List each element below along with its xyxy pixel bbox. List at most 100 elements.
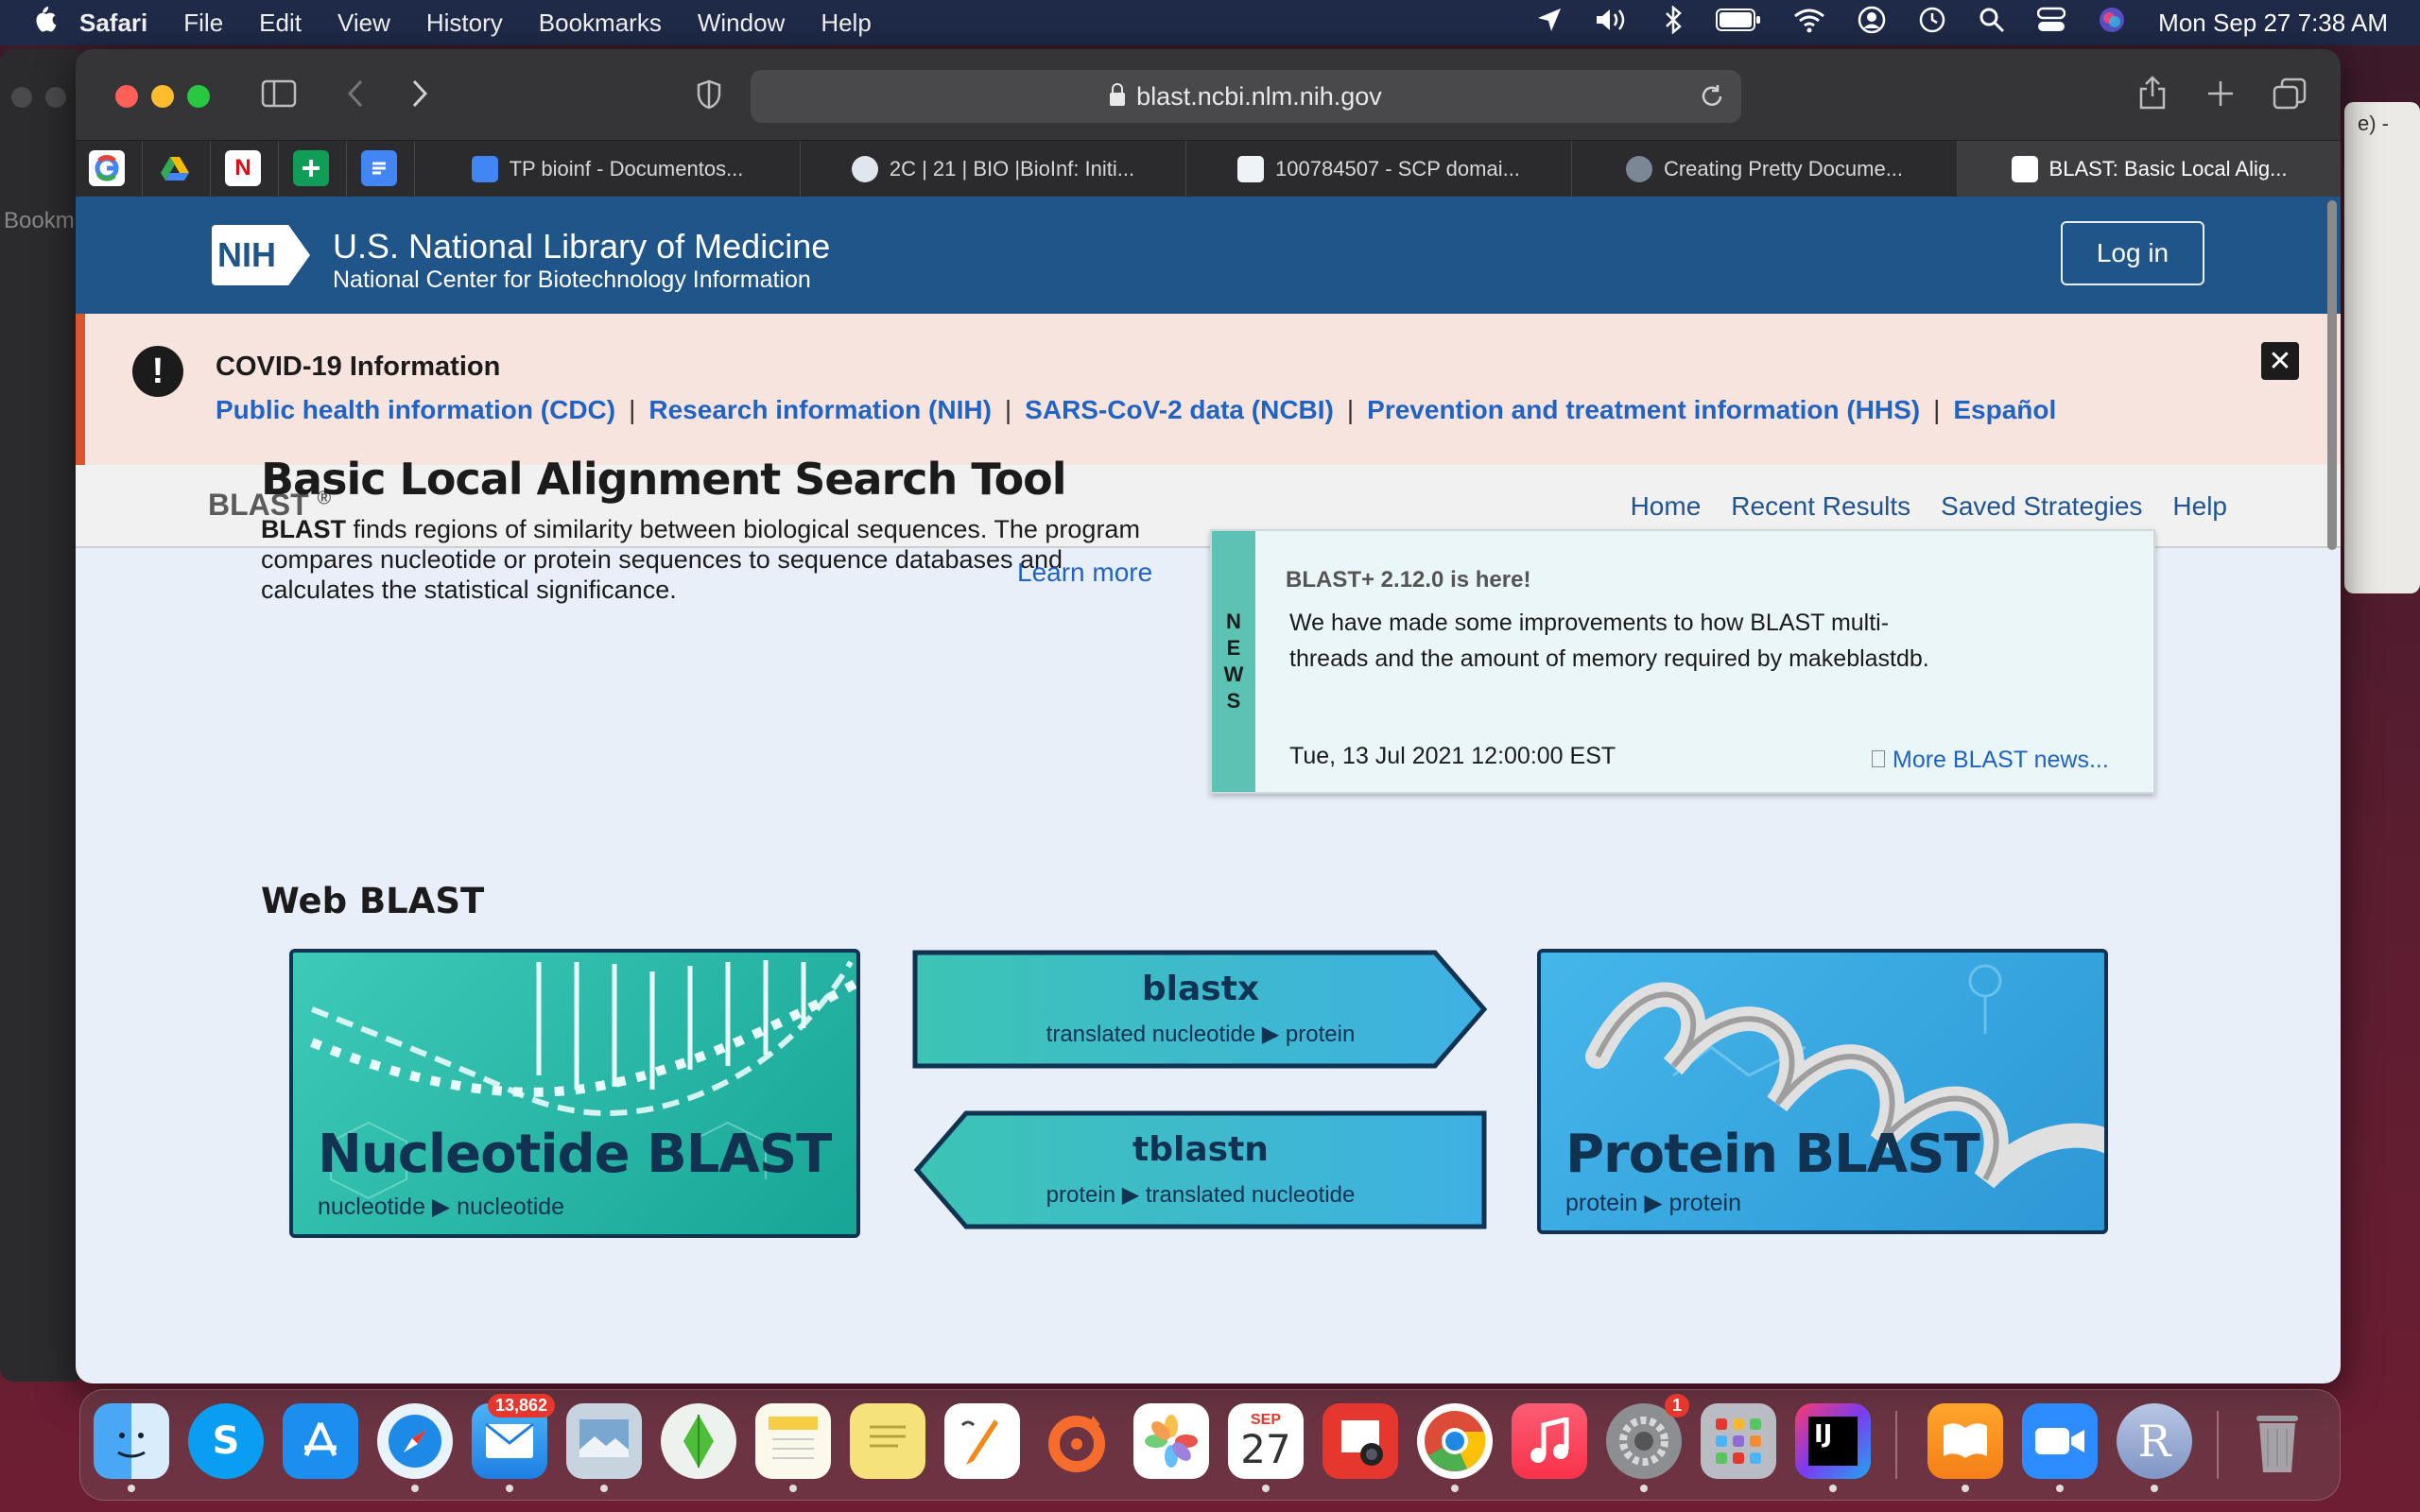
tab-overview-icon[interactable] (2273, 77, 2307, 115)
google-sheets-favicon-icon[interactable] (293, 150, 329, 186)
nucleotide-blast-card[interactable]: Nucleotide BLAST nucleotide ▶ nucleotide (289, 949, 860, 1238)
news-date: Tue, 13 Jul 2021 12:00:00 EST (1289, 743, 1616, 769)
tab-title: 2C | 21 | BIO |BioInf: Initi... (889, 157, 1135, 180)
close-window-button[interactable] (115, 85, 138, 108)
new-tab-icon[interactable] (2206, 79, 2235, 113)
tab-docs[interactable]: TP bioinf - Documentos... (414, 141, 800, 198)
launchpad-icon[interactable] (1701, 1403, 1776, 1479)
sidebar-icon[interactable] (261, 79, 297, 113)
ncbi-icon (1237, 156, 1265, 182)
dock: S 13,862 SEP 27 1 IJ R (79, 1389, 2341, 1501)
r-label: R (2137, 1416, 2171, 1467)
pages-icon[interactable] (944, 1403, 1020, 1479)
system-preferences-icon[interactable]: 1 (1606, 1394, 1689, 1492)
minimize-window-button[interactable] (151, 85, 174, 108)
battery-icon[interactable] (1716, 8, 1761, 39)
nav-recent-results[interactable]: Recent Results (1731, 491, 1910, 522)
background-window-left[interactable]: Bookm (0, 49, 85, 1382)
calendar-icon[interactable]: SEP 27 (1228, 1403, 1304, 1492)
location-icon[interactable] (1536, 7, 1563, 40)
photos-icon[interactable] (1133, 1403, 1209, 1479)
nav-help[interactable]: Help (2172, 491, 2227, 522)
siri-icon[interactable] (2098, 6, 2126, 41)
left-arrow-shape (913, 1110, 1487, 1229)
page-scrollbar[interactable] (2327, 200, 2337, 550)
web-page: NIH U.S. National Library of Medicine Na… (76, 197, 2341, 1383)
learn-more-link[interactable]: Learn more (1017, 558, 1152, 588)
covid-link-hhs[interactable]: Prevention and treatment information (HH… (1367, 395, 1920, 425)
background-window-right[interactable]: e) - (2344, 102, 2420, 593)
preview-icon[interactable] (566, 1403, 642, 1492)
tblastn-subtitle: protein ▶ translated nucleotide (1046, 1182, 1356, 1208)
nih-logo[interactable]: NIH (212, 225, 310, 285)
nav-home[interactable]: Home (1631, 491, 1702, 522)
address-bar[interactable]: blast.ncbi.nlm.nih.gov (751, 70, 1741, 123)
origin-icon[interactable] (1039, 1403, 1115, 1479)
menu-edit[interactable]: Edit (259, 9, 302, 38)
menu-bookmarks[interactable]: Bookmarks (539, 9, 662, 38)
music-icon[interactable] (1512, 1403, 1587, 1479)
photo-booth-icon[interactable] (1322, 1403, 1398, 1479)
ncbi-subtitle[interactable]: National Center for Biotechnology Inform… (333, 266, 811, 294)
covid-link-nih[interactable]: Research information (NIH) (648, 395, 992, 425)
close-icon[interactable]: ✕ (2261, 342, 2299, 380)
netflix-favicon-icon[interactable]: N (225, 150, 261, 186)
tab-scp-domain[interactable]: 100784507 - SCP domai... (1185, 141, 1571, 198)
wifi-icon[interactable] (1793, 7, 1825, 40)
menu-window[interactable]: Window (698, 9, 785, 38)
intellij-icon[interactable]: IJ (1795, 1403, 1871, 1492)
apple-icon[interactable] (32, 5, 79, 41)
clock[interactable]: Mon Sep 27 7:38 AM (2158, 9, 2388, 38)
right-arrow-shape (912, 950, 1488, 1069)
app-store-icon[interactable] (283, 1403, 358, 1479)
menu-help[interactable]: Help (821, 9, 871, 38)
trash-icon[interactable] (2239, 1403, 2315, 1479)
chrome-icon[interactable] (1417, 1403, 1493, 1492)
menu-view[interactable]: View (337, 9, 390, 38)
volume-icon[interactable] (1595, 7, 1631, 40)
back-icon[interactable] (346, 79, 365, 113)
time-machine-icon[interactable] (1918, 6, 1946, 41)
bluetooth-icon[interactable] (1663, 4, 1684, 41)
tblastn-button[interactable]: tblastn protein ▶ translated nucleotide (911, 1109, 1490, 1230)
privacy-shield-icon[interactable] (696, 79, 722, 115)
background-window-label: Bookm (4, 208, 75, 233)
tab-blast[interactable]: BLAST: Basic Local Alig... (1957, 141, 2341, 198)
share-icon[interactable] (2138, 76, 2167, 115)
blastx-button[interactable]: blastx translated nucleotide ▶ protein (911, 949, 1490, 1070)
google-favicon-icon[interactable] (89, 150, 125, 186)
google-docs-favicon-icon[interactable] (361, 150, 397, 186)
mail-icon[interactable]: 13,862 (472, 1394, 555, 1492)
sims-icon[interactable] (661, 1403, 736, 1479)
tab-bioinf[interactable]: 2C | 21 | BIO |BioInf: Initi... (800, 141, 1185, 198)
news-body: We have made some improvements to how BL… (1289, 610, 1929, 672)
zoom-icon[interactable] (2022, 1403, 2098, 1492)
zoom-window-button[interactable] (187, 85, 210, 108)
safari-icon[interactable] (377, 1403, 453, 1492)
user-icon[interactable] (1858, 6, 1886, 41)
login-button[interactable]: Log in (2061, 221, 2204, 285)
protein-blast-card[interactable]: Protein BLAST protein ▶ protein (1537, 949, 2108, 1234)
stickies-icon[interactable] (850, 1403, 925, 1479)
books-icon[interactable] (1927, 1403, 2003, 1492)
forward-icon[interactable] (410, 79, 429, 113)
notes-icon[interactable] (755, 1403, 831, 1492)
more-news-link[interactable]: More BLAST news... (1872, 747, 2109, 774)
google-drive-favicon-icon[interactable] (157, 150, 193, 186)
control-center-icon[interactable] (2036, 7, 2066, 40)
news-title[interactable]: BLAST+ 2.12.0 is here! (1286, 567, 1530, 593)
finder-icon[interactable] (94, 1403, 169, 1492)
covid-link-ncbi[interactable]: SARS-CoV-2 data (NCBI) (1025, 395, 1334, 425)
spotlight-search-icon[interactable] (1979, 7, 2005, 40)
menu-file[interactable]: File (183, 9, 223, 38)
r-icon[interactable]: R (2117, 1403, 2192, 1492)
skype-icon[interactable]: S (188, 1403, 264, 1479)
tab-pretty-docs[interactable]: Creating Pretty Docume... (1571, 141, 1957, 198)
nlm-title[interactable]: U.S. National Library of Medicine (333, 227, 830, 266)
menu-history[interactable]: History (426, 9, 503, 38)
covid-link-espanol[interactable]: Español (1953, 395, 2056, 425)
covid-link-cdc[interactable]: Public health information (CDC) (216, 395, 615, 425)
menu-safari[interactable]: Safari (79, 9, 147, 38)
reload-icon[interactable] (1700, 83, 1724, 116)
nav-saved-strategies[interactable]: Saved Strategies (1941, 491, 2142, 522)
